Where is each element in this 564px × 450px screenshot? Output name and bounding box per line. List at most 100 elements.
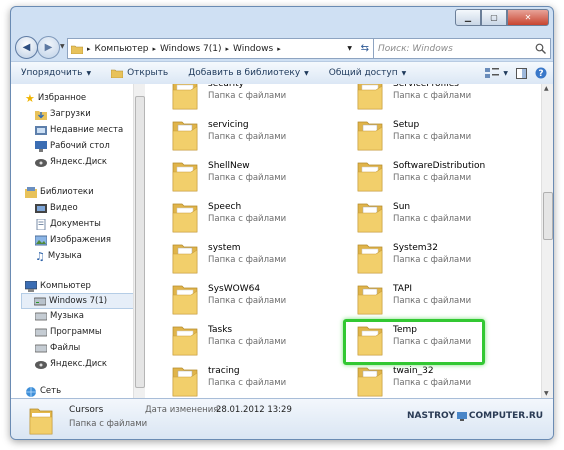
nav-pane-scrollbar[interactable] [133, 84, 145, 398]
folder-type: Папка с файлами [208, 214, 287, 224]
forward-button[interactable]: ▶ [37, 36, 60, 59]
file-list-scroll-thumb[interactable] [543, 192, 553, 240]
search-input[interactable]: Поиск: Windows [378, 44, 453, 54]
folder-item[interactable]: TAPI Папка с файлами [357, 279, 527, 317]
date-modified-value: 28.01.2012 13:29 [216, 405, 292, 415]
nav-libraries[interactable]: Библиотеки [25, 185, 144, 199]
folder-type: Папка с файлами [393, 214, 472, 224]
folder-icon [172, 162, 198, 192]
folder-item[interactable]: ShellNew Папка с файлами [172, 156, 342, 194]
folder-name: servicing [208, 120, 249, 130]
preview-pane-button[interactable] [512, 67, 531, 79]
folder-item[interactable]: Speech Папка с файлами [172, 197, 342, 235]
nav-computer[interactable]: Компьютер [25, 279, 144, 293]
folder-name: Setup [393, 120, 420, 130]
minimize-button[interactable]: ▁ [455, 9, 481, 26]
nav-label: Загрузки [50, 109, 91, 119]
nav-video[interactable]: Видео [35, 201, 144, 215]
breadcrumb-separator-icon: ▸ [152, 44, 156, 53]
folder-type: Папка с файлами [393, 296, 472, 306]
back-button[interactable]: ◀ [15, 36, 38, 59]
address-bar[interactable]: ▸ Компьютер ▸ Windows 7(1) ▸ Windows ▸ ▼… [67, 38, 375, 59]
folder-type: Папка с файлами [208, 91, 287, 101]
add-to-library-button[interactable]: Добавить в библиотеку ▼ [178, 68, 319, 78]
folder-name: ServiceProfiles [393, 84, 459, 89]
open-button[interactable]: Открыть [101, 68, 178, 78]
nav-yandex-disk[interactable]: Яндекс.Диск [35, 155, 144, 169]
folder-item[interactable]: ServiceProfiles Папка с файлами [357, 84, 527, 112]
folder-type: Папка с файлами [393, 378, 472, 388]
details-pane: Cursors Папка с файлами Дата изменения: … [11, 398, 553, 439]
nav-drive-programs[interactable]: Программы [35, 325, 144, 339]
folder-item[interactable]: System32 Папка с файлами [357, 238, 527, 276]
breadcrumb-item-computer[interactable]: Компьютер [95, 44, 149, 54]
folder-icon [172, 367, 198, 397]
folder-item[interactable]: twain_32 Папка с файлами [357, 361, 527, 398]
watermark: NASTROY COMPUTER.RU [407, 411, 543, 421]
scroll-up-icon[interactable]: ▲ [544, 85, 549, 92]
selected-folder-icon [29, 408, 53, 435]
folder-item[interactable]: system Папка с файлами [172, 238, 342, 276]
folder-icon [172, 326, 198, 356]
nav-label: Рабочий стол [50, 141, 110, 151]
folder-item[interactable]: security Папка с файлами [172, 84, 342, 112]
folder-item[interactable]: SysWOW64 Папка с файлами [172, 279, 342, 317]
folder-type: Папка с файлами [393, 91, 472, 101]
nav-label: Сеть [40, 386, 62, 396]
folder-name: system [208, 243, 241, 253]
drive-icon [35, 344, 47, 352]
nav-label: Программы [50, 327, 102, 337]
nav-yandex-disk-2[interactable]: Яндекс.Диск [35, 357, 144, 371]
nav-favorites[interactable]: ★ Избранное [25, 91, 144, 105]
nav-label: Музыка [47, 251, 82, 261]
libraries-icon [25, 186, 37, 198]
share-button[interactable]: Общий доступ ▼ [319, 68, 416, 78]
folder-item[interactable]: SoftwareDistribution Папка с файлами [357, 156, 527, 194]
refresh-icon[interactable]: ⇆ [361, 43, 369, 54]
folder-name: tracing [208, 366, 240, 376]
folder-item[interactable]: tracing Папка с файлами [172, 361, 342, 398]
nav-documents[interactable]: Документы [35, 217, 144, 231]
folder-name: ShellNew [208, 161, 250, 171]
navigation-row: ◀ ▶ ▼ ▸ Компьютер ▸ Windows 7(1) ▸ Windo… [11, 35, 553, 61]
nav-drive-files[interactable]: Файлы [35, 341, 144, 355]
breadcrumb-item-drive[interactable]: Windows 7(1) [160, 44, 222, 54]
drive-icon [35, 312, 47, 320]
folder-name: security [208, 84, 244, 89]
organize-label: Упорядочить [21, 68, 83, 78]
nav-scroll-thumb[interactable] [135, 96, 145, 388]
drive-icon [35, 328, 47, 336]
folder-item[interactable]: Sun Папка с файлами [357, 197, 527, 235]
folder-item[interactable]: servicing Папка с файлами [172, 115, 342, 153]
organize-button[interactable]: Упорядочить ▼ [11, 68, 101, 78]
nav-network[interactable]: Сеть [25, 384, 144, 398]
desktop-icon [35, 140, 47, 152]
nav-label: Библиотеки [40, 187, 94, 197]
nav-desktop[interactable]: Рабочий стол [35, 139, 144, 153]
folder-name: twain_32 [393, 366, 434, 376]
nav-label: Недавние места [50, 125, 124, 135]
change-view-button[interactable]: ▼ [481, 68, 512, 78]
nav-music[interactable]: ♫ Музыка [35, 249, 144, 263]
close-button[interactable]: ✕ [507, 9, 549, 26]
maximize-button[interactable]: ▢ [481, 9, 507, 26]
watermark-text-2: COMPUTER.RU [468, 411, 544, 421]
scroll-down-icon[interactable]: ▼ [544, 390, 549, 397]
share-label: Общий доступ [328, 68, 398, 78]
nav-downloads[interactable]: Загрузки [35, 107, 144, 121]
nav-images[interactable]: Изображения [35, 233, 144, 247]
music-icon: ♫ [35, 249, 45, 263]
folder-item[interactable]: Tasks Папка с файлами [172, 320, 342, 358]
breadcrumb-item-windows[interactable]: Windows [233, 44, 273, 54]
help-button[interactable]: ? [531, 67, 553, 79]
folder-icon [357, 203, 383, 233]
address-dropdown-icon[interactable]: ▼ [347, 45, 352, 52]
svg-text:?: ? [538, 69, 543, 79]
nav-drive-windows7[interactable]: Windows 7(1) [21, 293, 144, 309]
folder-item[interactable]: Setup Папка с файлами [357, 115, 527, 153]
file-list-scrollbar[interactable]: ▲ ▼ [541, 84, 553, 398]
nav-recent-places[interactable]: Недавние места [35, 123, 144, 137]
nav-drive-music[interactable]: Музыка [35, 309, 144, 323]
history-dropdown-icon[interactable]: ▼ [60, 43, 65, 50]
search-box[interactable]: Поиск: Windows [373, 38, 551, 59]
